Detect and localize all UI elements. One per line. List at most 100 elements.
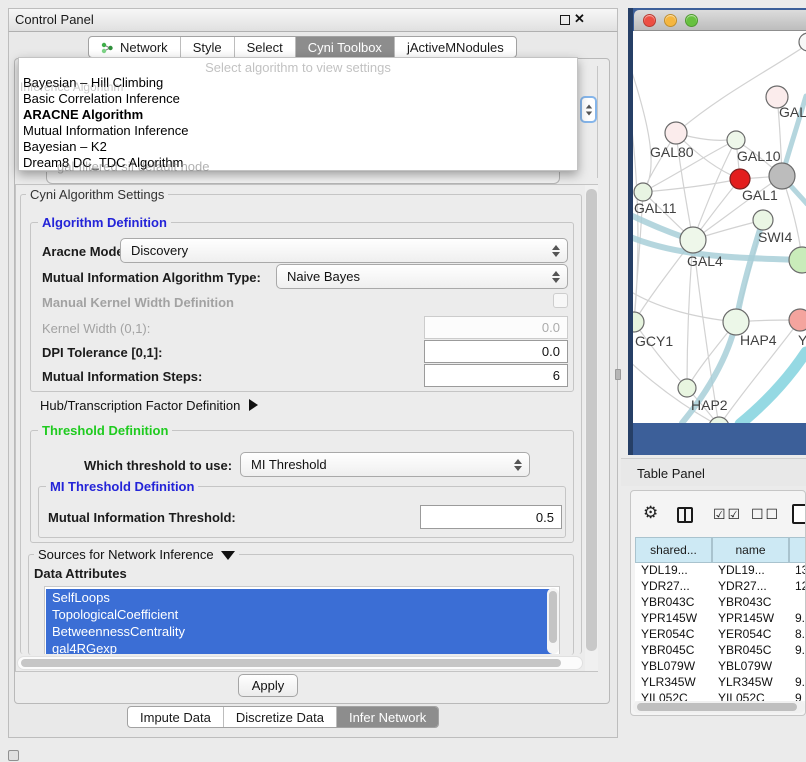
which-threshold-combo[interactable]: MI Threshold bbox=[240, 452, 530, 477]
float-icon[interactable] bbox=[560, 15, 570, 25]
column-header-name[interactable]: name bbox=[712, 537, 789, 563]
settings-hscrollbar[interactable] bbox=[17, 656, 583, 670]
algorithm-popup-placeholder: Select algorithm to view settings bbox=[19, 58, 577, 75]
table-row[interactable]: YLR345WYLR345W9. bbox=[635, 675, 806, 691]
network-node-hap2[interactable] bbox=[678, 379, 696, 397]
deselect-all-checks-icon[interactable]: ☐☐ bbox=[751, 506, 780, 523]
manual-kernel-label: Manual Kernel Width Definition bbox=[42, 295, 234, 310]
control-panel-titlebar bbox=[8, 8, 618, 32]
settings-vscrollbar-thumb[interactable] bbox=[586, 189, 597, 651]
tab-cyni-toolbox[interactable]: Cyni Toolbox bbox=[296, 37, 395, 57]
panel-divider-handle[interactable] bbox=[615, 369, 621, 380]
table-hscrollbar-thumb[interactable] bbox=[637, 703, 797, 711]
table-row[interactable]: YDR27...YDR27...12 bbox=[635, 579, 806, 595]
columns-icon[interactable] bbox=[677, 507, 693, 523]
tab-style[interactable]: Style bbox=[181, 37, 235, 57]
table-row[interactable]: YBL079WYBL079W bbox=[635, 659, 806, 675]
network-node-gal10[interactable] bbox=[727, 131, 745, 149]
network-node-gal80[interactable] bbox=[665, 122, 687, 144]
popup-item[interactable]: Dream8 DC_TDC Algorithm bbox=[19, 155, 577, 171]
network-node-gray[interactable] bbox=[769, 163, 795, 189]
control-panel-title: Control Panel bbox=[15, 12, 94, 27]
new-table-icon[interactable] bbox=[792, 504, 806, 524]
kernel-width-field[interactable]: 0.0 bbox=[424, 316, 568, 339]
list-item[interactable]: BetweennessCentrality bbox=[46, 623, 552, 640]
network-node-gal4[interactable] bbox=[680, 227, 706, 253]
manual-kernel-checkbox[interactable] bbox=[553, 293, 568, 308]
list-item[interactable]: gal4RGexp bbox=[46, 640, 552, 654]
network-canvas[interactable]: GAL GAL80 GAL10 GAL1 GAL11 SWI4 GAL4 GCY… bbox=[633, 31, 806, 423]
gear-icon[interactable]: ⚙ bbox=[643, 504, 658, 521]
list-item[interactable]: SelfLoops bbox=[46, 589, 552, 606]
popup-item[interactable]: Bayesian – Hill Climbing bbox=[19, 75, 577, 91]
network-node[interactable] bbox=[789, 309, 806, 331]
which-threshold-label: Which threshold to use: bbox=[84, 458, 232, 473]
close-traffic-light[interactable] bbox=[643, 14, 656, 27]
select-all-checks-icon[interactable]: ☑☑ bbox=[713, 506, 742, 523]
network-node-swi4[interactable] bbox=[753, 210, 773, 230]
table-row[interactable]: YBR043CYBR043C bbox=[635, 595, 806, 611]
expander-collapsed-icon bbox=[249, 399, 258, 411]
popup-item[interactable]: Mutual Information Inference bbox=[19, 123, 577, 139]
algorithm-combo-spinner[interactable] bbox=[580, 96, 597, 123]
network-node-label: HAP2 bbox=[691, 397, 728, 413]
tab-infer-network[interactable]: Infer Network bbox=[337, 707, 438, 727]
tab-select[interactable]: Select bbox=[235, 37, 296, 57]
table-row[interactable]: YER054CYER054C8. bbox=[635, 627, 806, 643]
network-node-label: GAL10 bbox=[737, 148, 781, 164]
mi-threshold-field[interactable]: 0.5 bbox=[420, 505, 562, 529]
list-scrollbar-thumb[interactable] bbox=[549, 591, 557, 643]
table-row[interactable]: YPR145WYPR145W9. bbox=[635, 611, 806, 627]
network-node-label: GAL4 bbox=[687, 253, 723, 269]
table-row[interactable]: YDL19...YDL19...13 bbox=[635, 563, 806, 579]
network-node[interactable] bbox=[799, 33, 806, 51]
combo-arrows-icon bbox=[552, 245, 560, 257]
column-header-shared[interactable]: shared... bbox=[635, 537, 712, 563]
aracne-mode-combo[interactable]: Discovery bbox=[120, 238, 568, 263]
popup-item[interactable]: ARACNE Algorithm bbox=[19, 107, 577, 123]
list-item[interactable]: TopologicalCoefficient bbox=[46, 606, 552, 623]
column-header-partial[interactable] bbox=[789, 537, 806, 563]
popup-item[interactable]: Bayesian – K2 bbox=[19, 139, 577, 155]
network-window-titlebar[interactable] bbox=[634, 10, 806, 31]
table-toolbar: ⚙ ☑☑ ☐☐ bbox=[631, 491, 806, 535]
settings-hscrollbar-thumb[interactable] bbox=[21, 659, 561, 667]
threshold-definition-title: Threshold Definition bbox=[38, 423, 172, 438]
algorithm-popup: Select algorithm to view settings Bayesi… bbox=[18, 57, 578, 171]
aracne-mode-label: Aracne Mode: bbox=[42, 244, 128, 259]
minimize-traffic-light[interactable] bbox=[664, 14, 677, 27]
mi-steps-field[interactable]: 6 bbox=[424, 364, 568, 387]
network-node-label: GAL bbox=[779, 104, 806, 120]
settings-vscrollbar[interactable] bbox=[585, 185, 598, 671]
tab-jactivemnodules[interactable]: jActiveMNodules bbox=[395, 37, 516, 57]
data-attributes-list: SelfLoops TopologicalCoefficient Between… bbox=[44, 586, 560, 654]
dpi-tolerance-field[interactable]: 0.0 bbox=[424, 340, 568, 363]
list-scrollbar[interactable] bbox=[547, 588, 559, 654]
network-node-gcy1[interactable] bbox=[633, 312, 644, 332]
network-node-gal11[interactable] bbox=[634, 183, 652, 201]
control-panel-tabs: Network Style Select Cyni Toolbox jActiv… bbox=[88, 36, 517, 58]
tab-impute-data[interactable]: Impute Data bbox=[128, 707, 224, 727]
corner-widget-icon[interactable] bbox=[8, 750, 19, 761]
mi-type-combo[interactable]: Naive Bayes bbox=[276, 264, 568, 289]
network-node[interactable] bbox=[789, 247, 806, 273]
popup-item[interactable]: Basic Correlation Inference bbox=[19, 91, 577, 107]
tab-discretize-data[interactable]: Discretize Data bbox=[224, 707, 337, 727]
network-node-label: GAL1 bbox=[742, 187, 778, 203]
sources-group-title[interactable]: Sources for Network Inference bbox=[34, 547, 239, 562]
hub-expander[interactable]: Hub/Transcription Factor Definition bbox=[40, 398, 258, 413]
algorithm-definition-title: Algorithm Definition bbox=[38, 215, 171, 230]
tab-network[interactable]: Network bbox=[89, 37, 181, 57]
zoom-traffic-light[interactable] bbox=[685, 14, 698, 27]
kernel-width-label: Kernel Width (0,1): bbox=[42, 321, 150, 336]
table-hscrollbar[interactable] bbox=[633, 701, 805, 713]
apply-button[interactable]: Apply bbox=[238, 674, 298, 697]
network-node-gal1[interactable] bbox=[730, 169, 750, 189]
data-attributes-label: Data Attributes bbox=[34, 566, 127, 581]
mi-threshold-group-title: MI Threshold Definition bbox=[46, 479, 198, 494]
table-row[interactable]: YBR045CYBR045C9. bbox=[635, 643, 806, 659]
table-row[interactable]: YIL052CYIL052C9 bbox=[635, 691, 806, 701]
close-icon[interactable]: ✕ bbox=[574, 11, 585, 27]
spinner-down-icon bbox=[585, 111, 591, 115]
network-edge-teal-thick bbox=[740, 352, 806, 423]
